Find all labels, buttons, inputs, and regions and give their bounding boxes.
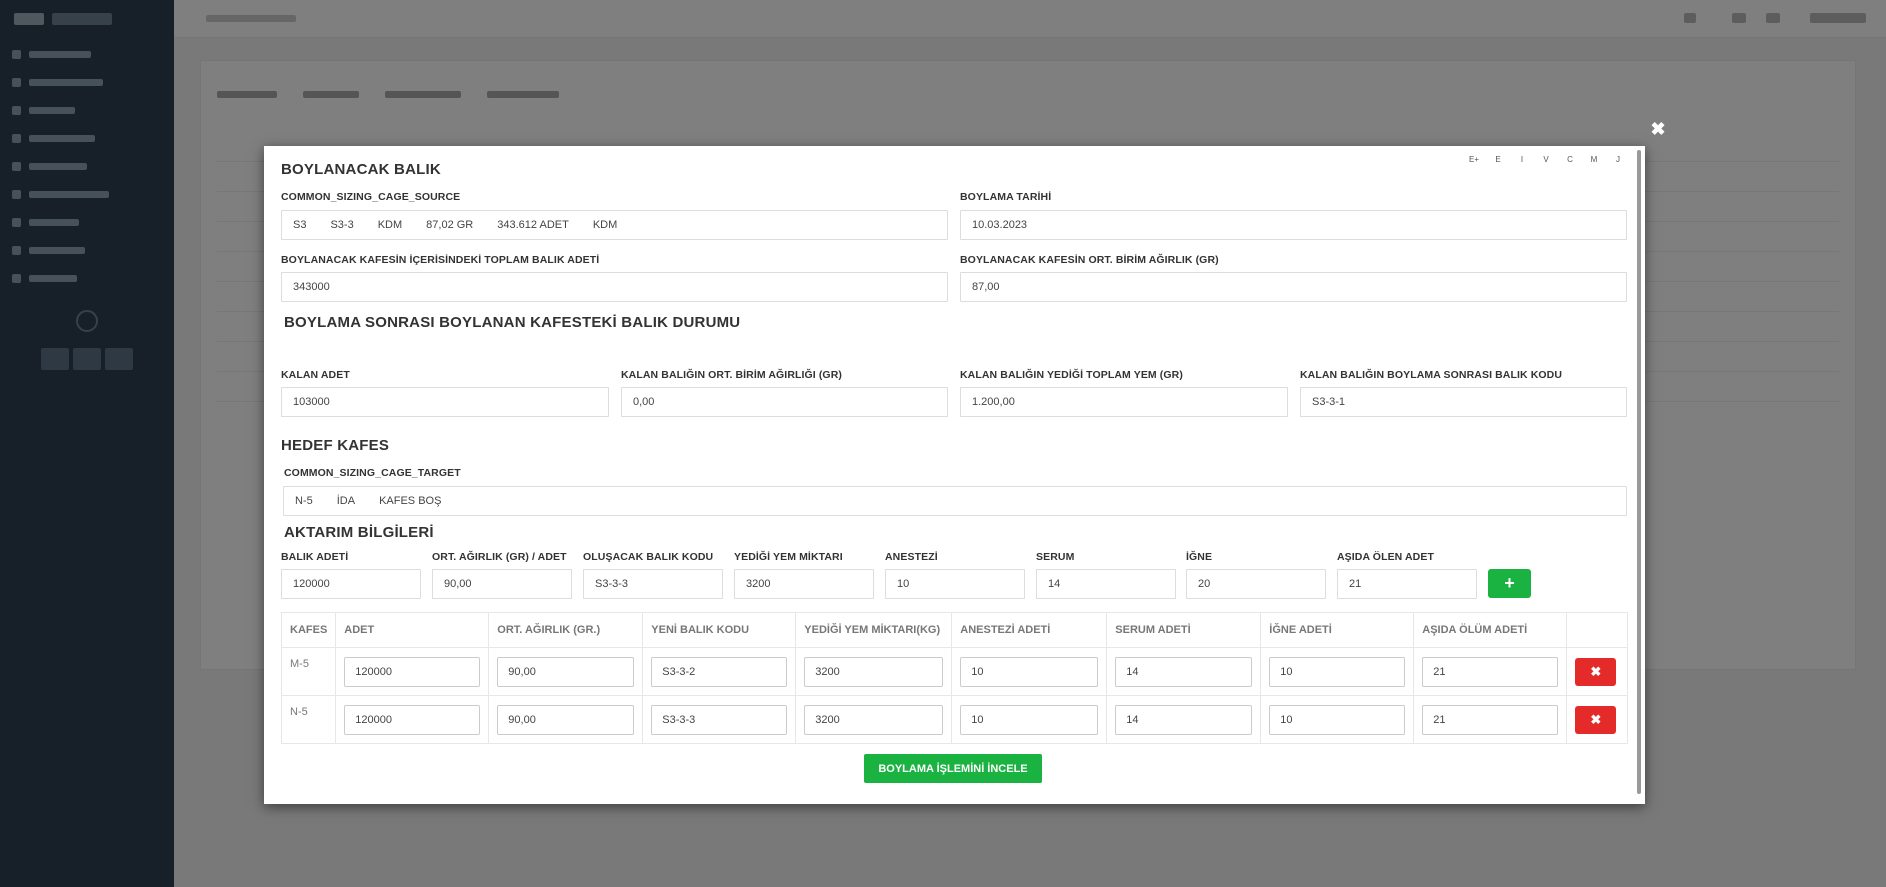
column-header xyxy=(1566,612,1628,648)
avg-weight-per-input[interactable]: 90,00 xyxy=(432,569,572,599)
column-header: YENİ BALIK KODU xyxy=(642,612,797,648)
row-cage: N-5 xyxy=(280,695,337,744)
row-cage: M-5 xyxy=(280,647,337,696)
column-header: ADET xyxy=(335,612,490,648)
fish-count-label: BALIK ADETİ xyxy=(281,551,349,563)
remaining-code-label: KALAN BALIĞIN BOYLAMA SONRASI BALIK KODU xyxy=(1300,369,1563,381)
total-fish-label: BOYLANACAK KAFESİN İÇERİSİNDEKİ TOPLAM B… xyxy=(281,254,600,266)
remaining-code-input[interactable]: S3-3-1 xyxy=(1300,387,1627,417)
review-sizing-button[interactable]: BOYLAMA İŞLEMİNİ İNCELE xyxy=(864,754,1042,783)
delete-row-button[interactable]: ✖ xyxy=(1575,705,1617,734)
row-anesthesia-input[interactable]: 10 xyxy=(960,704,1099,735)
source-cage-part: KDM xyxy=(377,219,403,231)
needle-label: İĞNE xyxy=(1186,551,1213,563)
format-button[interactable]: M xyxy=(1589,155,1599,164)
column-header: YEDİĞİ YEM MİKTARI(KG) xyxy=(795,612,953,648)
source-cage-part: 87,02 GR xyxy=(426,219,474,231)
new-fish-code-input[interactable]: S3-3-3 xyxy=(583,569,723,599)
remaining-avg-label: KALAN BALIĞIN ORT. BİRİM AĞIRLIĞI (GR) xyxy=(621,369,842,381)
row-serum-input[interactable]: 14 xyxy=(1115,656,1253,687)
column-header: SERUM ADETİ xyxy=(1106,612,1262,648)
close-icon: ✖ xyxy=(1590,711,1602,727)
avg-weight-label: BOYLANACAK KAFESİN ORT. BİRİM AĞIRLIK (G… xyxy=(960,254,1219,266)
sizing-modal: E+ E I V C M J BOYLANACAK BALIK COMMON_S… xyxy=(264,146,1645,804)
anesthesia-label: ANESTEZİ xyxy=(885,551,938,563)
source-cage-part: KDM xyxy=(592,219,618,231)
row-needle-input[interactable]: 10 xyxy=(1269,656,1406,687)
format-button[interactable]: E+ xyxy=(1469,155,1479,164)
fish-count-input[interactable]: 120000 xyxy=(281,569,421,599)
source-cage-part: 343.612 ADET xyxy=(497,219,569,231)
plus-icon: + xyxy=(1504,573,1515,593)
close-icon: ✖ xyxy=(1590,663,1602,679)
format-button[interactable]: J xyxy=(1613,155,1623,164)
serum-input[interactable]: 14 xyxy=(1036,569,1176,599)
section-title-after: BOYLAMA SONRASI BOYLANAN KAFESTEKİ BALIK… xyxy=(284,314,741,331)
close-icon[interactable]: ✖ xyxy=(1649,120,1667,138)
section-title-source: BOYLANACAK BALIK xyxy=(281,161,441,178)
target-cage-part: İDA xyxy=(336,495,356,507)
source-cage-part: S3-3 xyxy=(330,219,354,231)
row-avg-weight-input[interactable]: 90,00 xyxy=(497,656,635,687)
needle-input[interactable]: 20 xyxy=(1186,569,1326,599)
add-transfer-button[interactable]: + xyxy=(1488,569,1531,598)
format-button[interactable]: C xyxy=(1565,155,1575,164)
table-row: N-5 120000 90,00 S3-3-3 3200 10 14 10 21… xyxy=(280,695,1628,744)
column-header: AŞIDA ÖLÜM ADETİ xyxy=(1413,612,1568,648)
remaining-feed-label: KALAN BALIĞIN YEDİĞİ TOPLAM YEM (GR) xyxy=(960,369,1183,381)
serum-label: SERUM xyxy=(1036,551,1075,563)
row-fish-code-input[interactable]: S3-3-3 xyxy=(651,704,788,735)
avg-weight-per-label: ORT. AĞIRLIK (GR) / ADET xyxy=(432,551,567,563)
target-cage-part: N-5 xyxy=(295,495,313,507)
row-feed-input[interactable]: 3200 xyxy=(804,656,944,687)
vaccine-death-input[interactable]: 21 xyxy=(1337,569,1477,599)
vaccine-death-label: AŞIDA ÖLEN ADET xyxy=(1337,551,1434,563)
anesthesia-input[interactable]: 10 xyxy=(885,569,1025,599)
section-title-transfer: AKTARIM BİLGİLERİ xyxy=(284,524,434,541)
delete-row-button[interactable]: ✖ xyxy=(1575,657,1617,686)
row-feed-input[interactable]: 3200 xyxy=(804,704,944,735)
table-row: M-5 120000 90,00 S3-3-2 3200 10 14 10 21… xyxy=(280,647,1628,696)
table-header-row: KAFES ADET ORT. AĞIRLIK (GR.) YENİ BALIK… xyxy=(280,612,1628,648)
source-cage-select[interactable]: S3 S3-3 KDM 87,02 GR 343.612 ADET KDM xyxy=(281,210,948,240)
source-cage-part: S3 xyxy=(293,219,307,231)
section-title-target: HEDEF KAFES xyxy=(281,437,390,454)
column-header: KAFES xyxy=(280,612,337,648)
remaining-count-input[interactable]: 103000 xyxy=(281,387,609,417)
row-death-input[interactable]: 21 xyxy=(1422,656,1559,687)
format-button[interactable]: E xyxy=(1493,155,1503,164)
new-fish-code-label: OLUŞACAK BALIK KODU xyxy=(583,551,714,563)
transfer-table: KAFES ADET ORT. AĞIRLIK (GR.) YENİ BALIK… xyxy=(280,612,1628,744)
column-header: İĞNE ADETİ xyxy=(1260,612,1415,648)
format-button[interactable]: I xyxy=(1517,155,1527,164)
format-toolbar: E+ E I V C M J xyxy=(1469,155,1623,164)
row-death-input[interactable]: 21 xyxy=(1422,704,1559,735)
sizing-date-input[interactable]: 10.03.2023 xyxy=(960,210,1627,240)
source-cage-label: COMMON_SIZING_CAGE_SOURCE xyxy=(281,191,461,203)
sizing-date-label: BOYLAMA TARİHİ xyxy=(960,191,1052,203)
row-avg-weight-input[interactable]: 90,00 xyxy=(497,704,635,735)
modal-scrollbar[interactable] xyxy=(1637,150,1641,794)
target-cage-select[interactable]: N-5 İDA KAFES BOŞ xyxy=(283,486,1627,516)
row-fish-code-input[interactable]: S3-3-2 xyxy=(651,656,788,687)
row-serum-input[interactable]: 14 xyxy=(1115,704,1253,735)
target-cage-part: KAFES BOŞ xyxy=(379,495,442,507)
row-count-input[interactable]: 120000 xyxy=(344,704,481,735)
row-needle-input[interactable]: 10 xyxy=(1269,704,1406,735)
feed-amount-input[interactable]: 3200 xyxy=(734,569,874,599)
row-anesthesia-input[interactable]: 10 xyxy=(960,656,1099,687)
column-header: ORT. AĞIRLIK (GR.) xyxy=(488,612,644,648)
remaining-feed-input[interactable]: 1.200,00 xyxy=(960,387,1288,417)
format-button[interactable]: V xyxy=(1541,155,1551,164)
total-fish-input[interactable]: 343000 xyxy=(281,272,948,302)
target-cage-label: COMMON_SIZING_CAGE_TARGET xyxy=(284,467,461,479)
column-header: ANESTEZİ ADETİ xyxy=(951,612,1108,648)
row-count-input[interactable]: 120000 xyxy=(344,656,481,687)
remaining-count-label: KALAN ADET xyxy=(281,369,350,381)
avg-weight-input[interactable]: 87,00 xyxy=(960,272,1627,302)
remaining-avg-input[interactable]: 0,00 xyxy=(621,387,948,417)
feed-amount-label: YEDİĞİ YEM MİKTARI xyxy=(734,551,843,563)
